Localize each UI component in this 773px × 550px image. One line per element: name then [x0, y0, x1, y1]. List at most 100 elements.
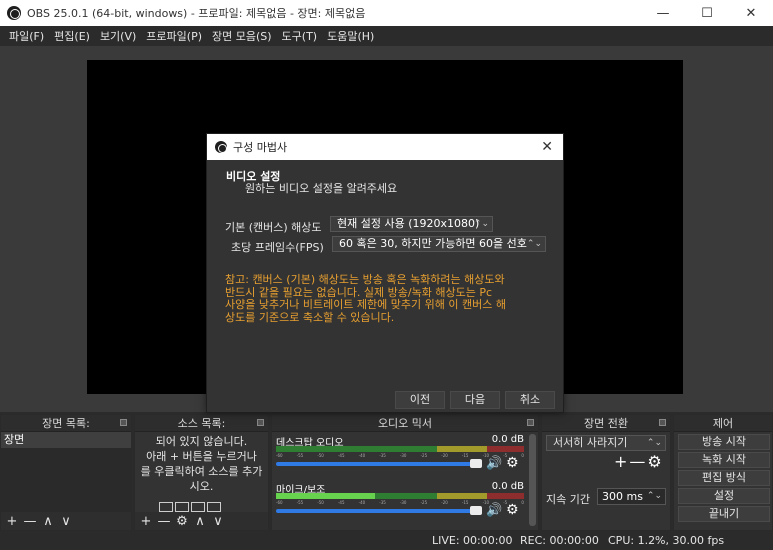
window-title: OBS 25.0.1 (64-bit, windows) - 프로파일: 제목없…: [27, 7, 366, 20]
move-source-down-button[interactable]: ∨: [211, 515, 225, 528]
empty-line: 되어 있지 않습니다.: [155, 435, 248, 448]
meter-tick: -55: [296, 500, 304, 505]
transition-select[interactable]: 서서히 사라지기 ⌃⌄: [546, 435, 666, 451]
meter-tick: -45: [337, 500, 345, 505]
source-properties-button[interactable]: ⚙: [175, 515, 189, 528]
dock-float-icon[interactable]: [257, 419, 264, 426]
add-scene-button[interactable]: +: [5, 515, 19, 528]
resolution-label: 기본 (캔버스) 해상도: [225, 221, 322, 234]
meter-tick: 0: [521, 500, 524, 505]
duration-field[interactable]: 300 ms ⌃⌄: [597, 488, 666, 505]
resolution-notice: 참고: 캔버스 (기본) 해상도는 방송 혹은 녹화하려는 해상도와 반드시 같…: [225, 273, 547, 324]
move-source-up-button[interactable]: ∧: [193, 515, 207, 528]
meter-tick: -35: [379, 500, 386, 505]
scenes-toolbar: + — ∧ ∨: [1, 512, 131, 530]
gear-icon[interactable]: ⚙: [506, 455, 519, 471]
dialog-close-button[interactable]: ✕: [541, 139, 553, 155]
move-scene-down-button[interactable]: ∨: [59, 515, 73, 528]
menu-edit[interactable]: 편집(E): [49, 28, 95, 44]
meter-tick: -45: [337, 453, 345, 458]
window-controls: — ☐ ✕: [641, 0, 773, 26]
remove-scene-button[interactable]: —: [23, 515, 37, 528]
cancel-button[interactable]: 취소: [505, 391, 555, 409]
dialog-title-bar: 구성 마법사 ✕: [207, 134, 563, 160]
prev-button[interactable]: 이전: [395, 391, 445, 409]
menu-scene-collection[interactable]: 장면 모음(S): [207, 28, 277, 44]
add-source-button[interactable]: +: [139, 515, 153, 528]
mixer-header: 오디오 믹서: [272, 415, 538, 432]
empty-line: 를 우클릭하여 소스를 추가: [140, 465, 263, 478]
dock-float-icon[interactable]: [527, 419, 534, 426]
volume-meter: [276, 493, 524, 499]
controls-dock: 제어 방송 시작 녹화 시작 편집 방식 설정 끝내기: [673, 414, 773, 531]
move-scene-up-button[interactable]: ∧: [41, 515, 55, 528]
menu-file[interactable]: 파일(F): [4, 28, 49, 44]
sources-toolbar: + — ⚙ ∧ ∨: [135, 512, 268, 530]
sources-body[interactable]: 되어 있지 않습니다. 아래 + 버튼을 누르거나 를 우클릭하여 소스를 추가…: [135, 432, 268, 530]
settings-button[interactable]: 설정: [678, 488, 770, 504]
rec-timer: REC: 00:00:00: [520, 534, 599, 547]
transitions-header: 장면 전환: [542, 415, 670, 432]
scene-list: 장면: [1, 432, 131, 512]
volume-slider-handle[interactable]: [470, 506, 482, 515]
start-streaming-button[interactable]: 방송 시작: [678, 434, 770, 450]
speaker-icon[interactable]: 🔊: [486, 456, 502, 471]
studio-mode-button[interactable]: 편집 방식: [678, 470, 770, 486]
transitions-header-label: 장면 전환: [584, 417, 628, 430]
obs-logo-icon: [7, 6, 21, 20]
resolution-value: 현재 설정 사용 (1920x1080): [337, 217, 480, 230]
cpu-fps: CPU: 1.2%, 30.00 fps: [608, 534, 725, 547]
scene-item[interactable]: 장면: [1, 432, 131, 448]
transition-settings-button[interactable]: ⚙: [647, 454, 661, 470]
meter-tick: -40: [358, 453, 366, 458]
meter-tick: -35: [379, 453, 386, 458]
title-bar: OBS 25.0.1 (64-bit, windows) - 프로파일: 제목없…: [0, 0, 773, 26]
mixer-header-label: 오디오 믹서: [377, 417, 433, 430]
spinner-icon[interactable]: ⌃⌄: [647, 489, 662, 504]
minimize-button[interactable]: —: [641, 0, 685, 26]
mixer-scrollbar[interactable]: [529, 434, 536, 526]
meter-tick: 0: [521, 453, 524, 458]
live-timer: LIVE: 00:00:00: [432, 534, 513, 547]
status-bar: LIVE: 00:00:00 REC: 00:00:00 CPU: 1.2%, …: [0, 532, 773, 550]
exit-button[interactable]: 끝내기: [678, 506, 770, 522]
meter-tick: -60: [276, 500, 283, 505]
meter-tick: -20: [441, 500, 448, 505]
camera-source-icon: [207, 502, 221, 512]
menu-tools[interactable]: 도구(T): [277, 28, 323, 44]
sources-header-label: 소스 목록:: [177, 417, 226, 430]
speaker-icon[interactable]: 🔊: [486, 503, 502, 518]
fps-select[interactable]: 60 혹은 30, 하지만 가능하면 60을 선호 ⌃⌄: [332, 236, 546, 252]
close-button[interactable]: ✕: [729, 0, 773, 26]
duration-value: 300 ms: [602, 490, 643, 503]
notice-line: 참고: 캔버스 (기본) 해상도는 방송 혹은 녹화하려는 해상도와: [225, 273, 505, 286]
remove-transition-button[interactable]: —: [629, 454, 645, 470]
menu-profile[interactable]: 프로파일(P): [141, 28, 207, 44]
start-recording-button[interactable]: 녹화 시작: [678, 452, 770, 468]
meter-tick: -60: [276, 453, 283, 458]
meter-tick: -50: [317, 453, 324, 458]
gear-icon[interactable]: ⚙: [506, 502, 519, 518]
track-db: 0.0 dB: [491, 434, 524, 445]
next-button[interactable]: 다음: [450, 391, 500, 409]
dock-float-icon[interactable]: [659, 419, 666, 426]
controls-header-label: 제어: [712, 417, 734, 430]
menu-view[interactable]: 보기(V): [95, 28, 141, 44]
volume-slider[interactable]: [276, 509, 472, 513]
maximize-button[interactable]: ☐: [685, 0, 729, 26]
menu-help[interactable]: 도움말(H): [322, 28, 379, 44]
menu-bar: 파일(F) 편집(E) 보기(V) 프로파일(P) 장면 모음(S) 도구(T)…: [0, 26, 773, 46]
dock-float-icon[interactable]: [120, 419, 127, 426]
browser-source-icon: [191, 502, 205, 512]
mixer-track-mic: 마이크/보조 0.0 dB -60 -55 -50 -45 -40 -35 -30 -25 -2…: [274, 481, 526, 527]
volume-slider-handle[interactable]: [470, 459, 482, 468]
resolution-select[interactable]: 현재 설정 사용 (1920x1080) ⌃⌄: [330, 216, 493, 232]
scenes-dock: 장면 목록: 장면 + — ∧ ∨: [0, 414, 132, 531]
volume-slider[interactable]: [276, 462, 472, 466]
remove-source-button[interactable]: —: [157, 515, 171, 528]
volume-meter: [276, 446, 524, 452]
mixer-track-desktop: 데스크탑 오디오 0.0 dB -60 -55 -50 -45 -40 -35 -30 -25…: [274, 434, 526, 480]
display-capture-icon: [159, 502, 173, 512]
add-transition-button[interactable]: +: [614, 454, 627, 470]
sources-dock: 소스 목록: 되어 있지 않습니다. 아래 + 버튼을 누르거나 를 우클릭하여…: [134, 414, 269, 531]
